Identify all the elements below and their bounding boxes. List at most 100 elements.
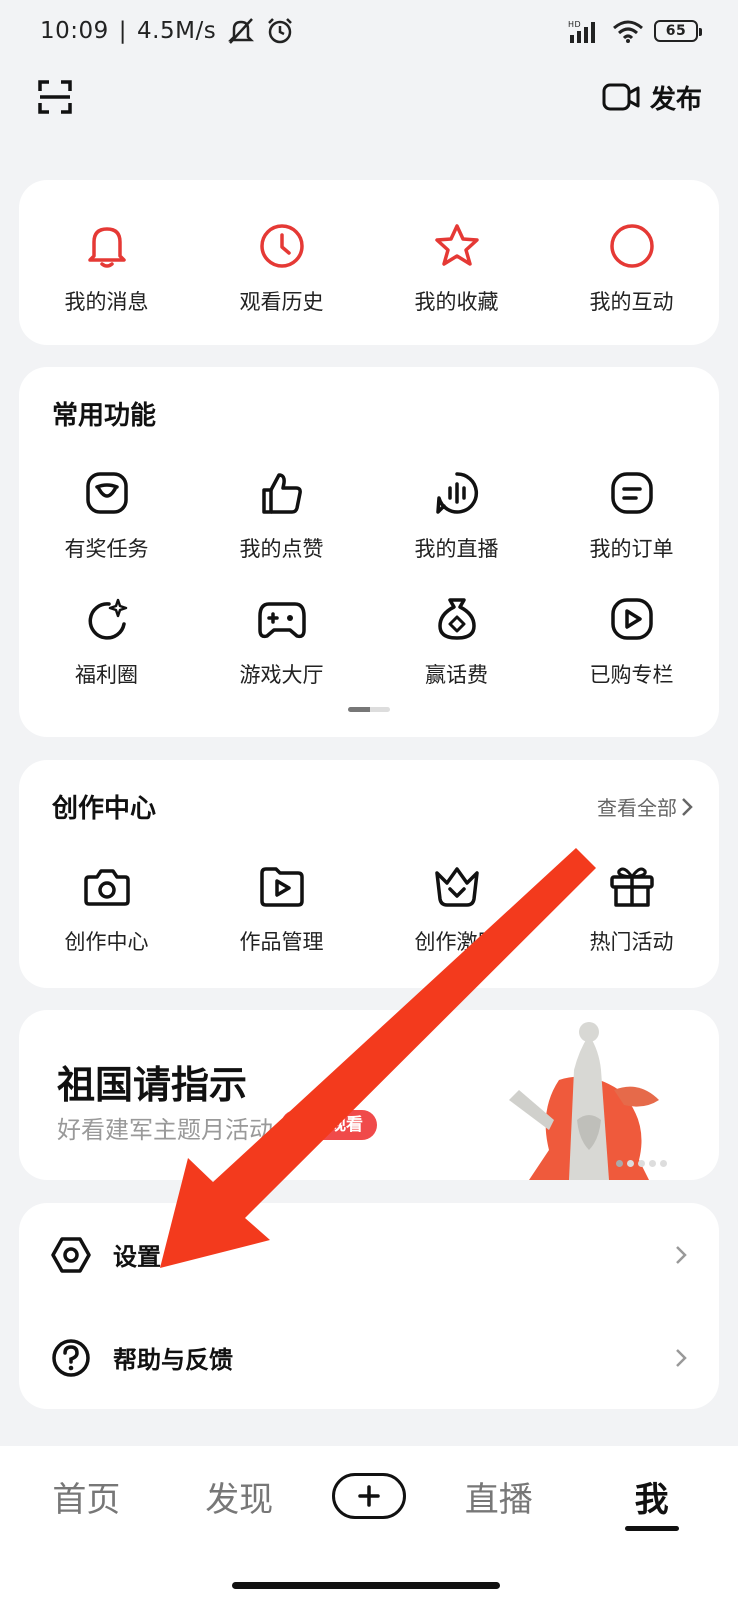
works-management-item[interactable]: 作品管理 [194, 860, 369, 956]
thumbs-up-icon [256, 467, 308, 519]
quick-action-messages[interactable]: 我的消息 [19, 220, 194, 316]
help-icon [52, 1338, 90, 1377]
battery-level: 65 [665, 23, 687, 39]
creation-center-item[interactable]: 创作中心 [19, 860, 194, 956]
page-indicator-track [370, 707, 390, 712]
mute-icon [228, 18, 255, 44]
play-icon [606, 593, 658, 645]
common-functions-title: 常用功能 [52, 401, 157, 431]
wifi-icon [613, 20, 643, 43]
circle-icon [606, 220, 658, 272]
common-functions-row-2: 福利圈 游戏大厅 赢话费 已购专栏 [19, 593, 719, 689]
status-separator: | [118, 18, 128, 44]
common-functions-row-1: 有奖任务 我的点赞 我的直播 我的订单 [19, 467, 719, 563]
nav-discover[interactable]: 发现 [179, 1472, 299, 1521]
function-label: 游戏大厅 [239, 663, 324, 687]
help-feedback-label: 帮助与反馈 [113, 1346, 233, 1374]
publish-label: 发布 [649, 84, 702, 115]
see-all-label: 查看全部 [597, 796, 677, 820]
creation-label: 热门活动 [589, 930, 674, 954]
home-indicator[interactable] [232, 1582, 500, 1589]
status-bar: 10:09 | 4.5M/s HD 65 [0, 0, 738, 62]
carousel-dot [638, 1160, 645, 1167]
camera-icon [81, 860, 133, 912]
function-label: 有奖任务 [64, 537, 149, 561]
nav-me-underline [625, 1526, 679, 1531]
quick-actions-row: 我的消息 观看历史 我的收藏 我的互动 [19, 180, 719, 316]
nav-me[interactable]: 我 [592, 1472, 712, 1521]
creation-incentive-item[interactable]: 创作激励 [369, 860, 544, 956]
status-left: 10:09 | 4.5M/s [40, 17, 294, 45]
carousel-dot [627, 1160, 634, 1167]
banner-watch-button[interactable]: 点击观看 [281, 1110, 377, 1140]
function-label: 福利圈 [75, 663, 138, 687]
function-label: 我的点赞 [239, 537, 324, 561]
status-time: 10:09 [40, 18, 109, 44]
banner-illustration [509, 1022, 659, 1180]
settings-label: 设置 [113, 1243, 161, 1271]
function-label: 赢话费 [425, 663, 488, 687]
chevron-right-icon [676, 1245, 687, 1264]
live-icon [431, 467, 483, 519]
star-icon [431, 220, 483, 272]
quick-action-label: 我的消息 [64, 290, 149, 314]
status-speed: 4.5M/s [137, 18, 217, 44]
function-reward-tasks[interactable]: 有奖任务 [19, 467, 194, 563]
bottom-nav-items: 首页 发现 直播 我 [0, 1446, 738, 1546]
promo-banner[interactable]: 祖国请指示 好看建军主题月活动 点击观看 [19, 1010, 719, 1180]
bell-icon [81, 220, 133, 272]
function-win-credit[interactable]: 赢话费 [369, 593, 544, 689]
creation-label: 创作中心 [64, 930, 149, 954]
quick-action-history[interactable]: 观看历史 [194, 220, 369, 316]
create-plus-button[interactable] [331, 1473, 406, 1519]
top-bar: 发布 [0, 62, 738, 132]
quick-action-label: 我的互动 [589, 290, 674, 314]
quick-action-favorites[interactable]: 我的收藏 [369, 220, 544, 316]
settings-hexagon-icon [51, 1236, 91, 1273]
function-purchased-columns[interactable]: 已购专栏 [544, 593, 719, 689]
order-icon [606, 467, 658, 519]
publish-button[interactable]: 发布 [602, 79, 702, 116]
settings-menu-card: 设置 帮助与反馈 [19, 1203, 719, 1409]
function-label: 我的订单 [589, 537, 674, 561]
function-label: 我的直播 [414, 537, 499, 561]
banner-subtitle: 好看建军主题月活动 [57, 1116, 273, 1144]
help-feedback-row[interactable]: 帮助与反馈 [19, 1306, 719, 1409]
carousel-dot [660, 1160, 667, 1167]
creation-label: 作品管理 [239, 930, 324, 954]
function-label: 已购专栏 [589, 663, 674, 687]
signal-icon: HD [568, 20, 595, 43]
function-my-likes[interactable]: 我的点赞 [194, 467, 369, 563]
creation-center-card: 创作中心 查看全部 创作中心 作品管理 创作激励 热门活动 [19, 760, 719, 988]
function-game-hall[interactable]: 游戏大厅 [194, 593, 369, 689]
quick-action-interactions[interactable]: 我的互动 [544, 220, 719, 316]
gift-icon [606, 860, 658, 912]
task-icon [81, 467, 133, 519]
nav-live[interactable]: 直播 [439, 1472, 559, 1521]
see-all-link[interactable]: 查看全部 [597, 792, 693, 821]
scan-icon[interactable] [38, 80, 72, 114]
function-my-live[interactable]: 我的直播 [369, 467, 544, 563]
page-indicator [19, 707, 719, 712]
bottom-nav: 首页 发现 直播 我 [0, 1446, 738, 1600]
function-my-orders[interactable]: 我的订单 [544, 467, 719, 563]
nav-home[interactable]: 首页 [26, 1472, 146, 1521]
video-folder-icon [256, 860, 308, 912]
hot-events-item[interactable]: 热门活动 [544, 860, 719, 956]
chevron-right-icon [676, 1348, 687, 1367]
page-indicator-active [348, 707, 370, 712]
common-functions-card: 常用功能 有奖任务 我的点赞 我的直播 我的订单 福利圈 游戏大厅 赢话费 已购… [19, 367, 719, 737]
quick-action-label: 观看历史 [239, 290, 324, 314]
money-bag-icon [431, 593, 483, 645]
video-camera-icon [602, 83, 640, 111]
settings-row[interactable]: 设置 [19, 1203, 719, 1306]
status-right: HD 65 [568, 19, 702, 43]
carousel-dot-active [616, 1160, 623, 1167]
alarm-icon [268, 18, 293, 44]
quick-action-label: 我的收藏 [414, 290, 499, 314]
creation-center-row: 创作中心 作品管理 创作激励 热门活动 [19, 860, 719, 956]
function-welfare-circle[interactable]: 福利圈 [19, 593, 194, 689]
battery-icon: 65 [654, 20, 702, 42]
crown-icon [431, 860, 483, 912]
moon-sparkle-icon [81, 593, 133, 645]
